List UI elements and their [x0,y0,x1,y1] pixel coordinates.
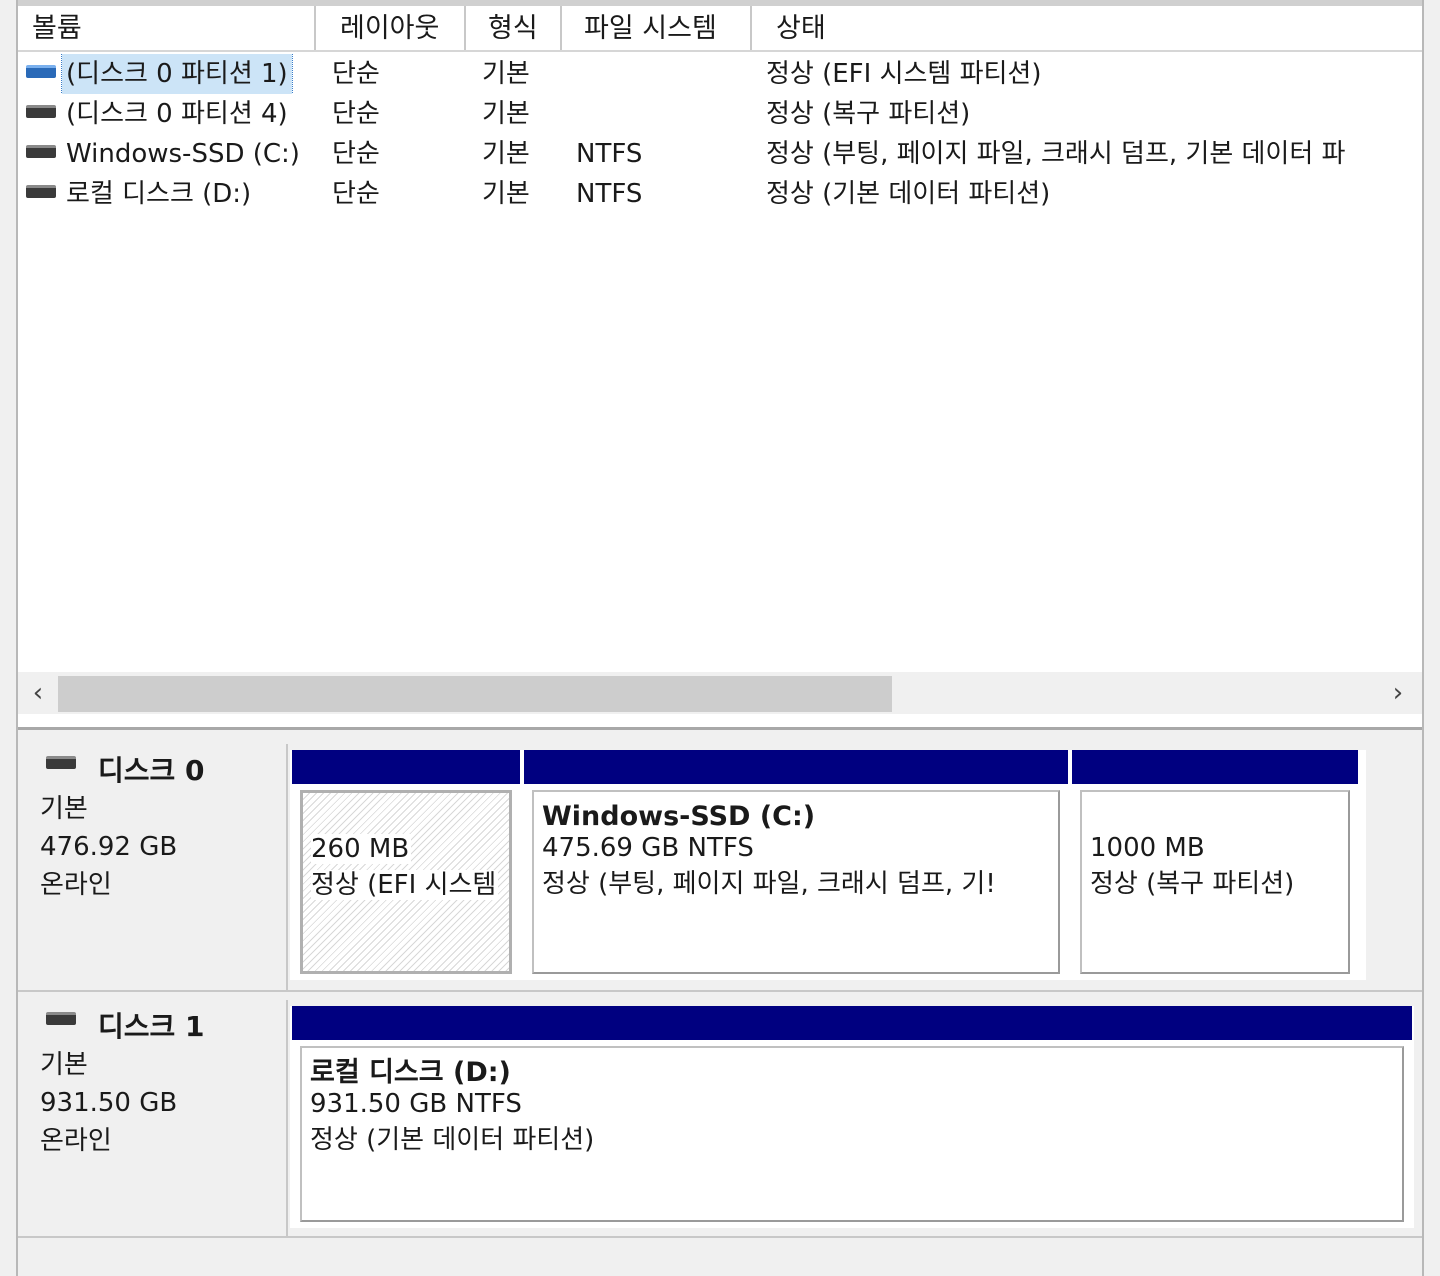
type-cell: 기본 [482,59,530,89]
disk-0-partition-map: 260 MB 정상 (EFI 시스템 Windows-SSD (C:) 475.… [290,750,1366,980]
partition-header-bar [1072,750,1358,784]
column-header-type[interactable]: 형식 [466,6,562,50]
volume-icon [26,185,56,198]
filesystem-cell: NTFS [576,139,643,169]
volume-row[interactable]: (디스크 0 파티션 1) 단순 기본 정상 (EFI 시스템 파티션) [18,54,1422,94]
disk-1-name: 디스크 1 [98,1010,205,1043]
volume-name: Windows-SSD (C:) [66,139,300,169]
partition-name [311,793,509,831]
column-header-filesystem[interactable]: 파일 시스템 [562,6,752,50]
partition-status: 정상 (부팅, 페이지 파일, 크래시 덤프, 기! [542,869,996,899]
partition-name: 로컬 디스크 (D:) [310,1057,511,1088]
status-cell: 정상 (EFI 시스템 파티션) [766,59,1042,89]
type-cell: 기본 [482,99,530,129]
partition-local-disk-d[interactable]: 로컬 디스크 (D:) 931.50 GB NTFS 정상 (기본 데이터 파티… [292,1006,1412,1228]
scroll-left-icon[interactable]: ‹ [18,672,58,714]
window-right-edge [1422,0,1440,1276]
partition-size: 931.50 GB NTFS [310,1089,522,1119]
layout-cell: 단순 [332,59,380,89]
partition-header-bar [524,750,1068,784]
column-header-row: 볼륨 레이아웃 형식 파일 시스템 상태 [18,6,1422,52]
disk-1-size: 931.50 GB [40,1088,178,1118]
column-header-volume[interactable]: 볼륨 [18,6,316,50]
column-header-layout[interactable]: 레이아웃 [316,6,466,50]
partition-body: Windows-SSD (C:) 475.69 GB NTFS 정상 (부팅, … [532,790,1060,974]
volume-icon [26,65,56,78]
layout-cell: 단순 [332,139,380,169]
layout-cell: 단순 [332,179,380,209]
partition-body: 로컬 디스크 (D:) 931.50 GB NTFS 정상 (기본 데이터 파티… [300,1046,1404,1222]
volume-name: (디스크 0 파티션 1) [61,54,293,94]
type-cell: 기본 [482,179,530,209]
disk-separator [18,990,1422,1000]
partition-status: 정상 (복구 파티션) [1090,869,1295,899]
volume-name: 로컬 디스크 (D:) [66,179,252,209]
pane-splitter[interactable] [18,714,1422,730]
partition-efi[interactable]: 260 MB 정상 (EFI 시스템 [292,750,520,980]
volume-cell: 로컬 디스크 (D:) [26,174,318,214]
volume-name: (디스크 0 파티션 4) [66,99,288,129]
disk-1-state: 온라인 [40,1126,112,1156]
scroll-right-icon[interactable]: › [1378,672,1418,714]
partition-body: 260 MB 정상 (EFI 시스템 [300,790,512,974]
partition-size: 260 MB [311,834,412,864]
column-header-status[interactable]: 상태 [752,6,1422,50]
horizontal-scrollbar[interactable]: ‹ › [18,672,1422,714]
volume-row[interactable]: 로컬 디스크 (D:) 단순 기본 NTFS 정상 (기본 데이터 파티션) [18,174,1422,214]
partition-size: 1000 MB [1090,833,1205,863]
partition-body: 1000 MB 정상 (복구 파티션) [1080,790,1350,974]
disk-icon [46,755,76,769]
filesystem-cell: NTFS [576,179,643,209]
status-cell: 정상 (기본 데이터 파티션) [766,179,1051,209]
volume-row[interactable]: Windows-SSD (C:) 단순 기본 NTFS 정상 (부팅, 페이지 … [18,134,1422,174]
disk-0-size: 476.92 GB [40,832,178,862]
type-cell: 기본 [482,139,530,169]
volume-cell: (디스크 0 파티션 4) [26,94,318,134]
disk-graphical-view: 디스크 0 기본 476.92 GB 온라인 260 MB 정상 (EFI 시스… [18,730,1422,1276]
partition-recovery[interactable]: 1000 MB 정상 (복구 파티션) [1072,750,1358,980]
volume-row[interactable]: (디스크 0 파티션 4) 단순 기본 정상 (복구 파티션) [18,94,1422,134]
partition-header-bar [292,1006,1412,1040]
volume-icon [26,105,56,118]
window-left-edge [0,0,18,1276]
partition-name [1090,792,1348,830]
partition-header-bar [292,750,520,784]
disk-1-info[interactable]: 디스크 1 기본 931.50 GB 온라인 [18,1000,288,1236]
status-cell: 정상 (복구 파티션) [766,99,971,129]
disk-icon [46,1011,76,1025]
layout-cell: 단순 [332,99,380,129]
partition-status: 정상 (기본 데이터 파티션) [310,1125,595,1155]
volume-cell: Windows-SSD (C:) [26,134,318,174]
disk-1-title: 디스크 1 [40,1000,286,1046]
disk-1-partition-map: 로컬 디스크 (D:) 931.50 GB NTFS 정상 (기본 데이터 파티… [290,1006,1414,1228]
volume-icon [26,145,56,158]
partition-size: 475.69 GB NTFS [542,833,754,863]
partition-windows-ssd[interactable]: Windows-SSD (C:) 475.69 GB NTFS 정상 (부팅, … [524,750,1068,980]
disk-1-kind: 기본 [40,1050,88,1080]
scroll-thumb[interactable] [58,676,892,712]
disk-0-state: 온라인 [40,870,112,900]
disk-0-kind: 기본 [40,794,88,824]
partition-name: Windows-SSD (C:) [542,801,816,832]
volume-list: 볼륨 레이아웃 형식 파일 시스템 상태 (디스크 0 파티션 1) 단순 기본… [18,6,1422,728]
status-cell: 정상 (부팅, 페이지 파일, 크래시 덤프, 기본 데이터 파 [766,139,1346,169]
disk-0-info[interactable]: 디스크 0 기본 476.92 GB 온라인 [18,744,288,990]
partition-status: 정상 (EFI 시스템 [311,870,499,900]
disk-0-title: 디스크 0 [40,744,286,790]
disk-0-name: 디스크 0 [98,754,205,787]
volume-cell: (디스크 0 파티션 1) [26,54,318,94]
disk-separator [18,1236,1422,1246]
